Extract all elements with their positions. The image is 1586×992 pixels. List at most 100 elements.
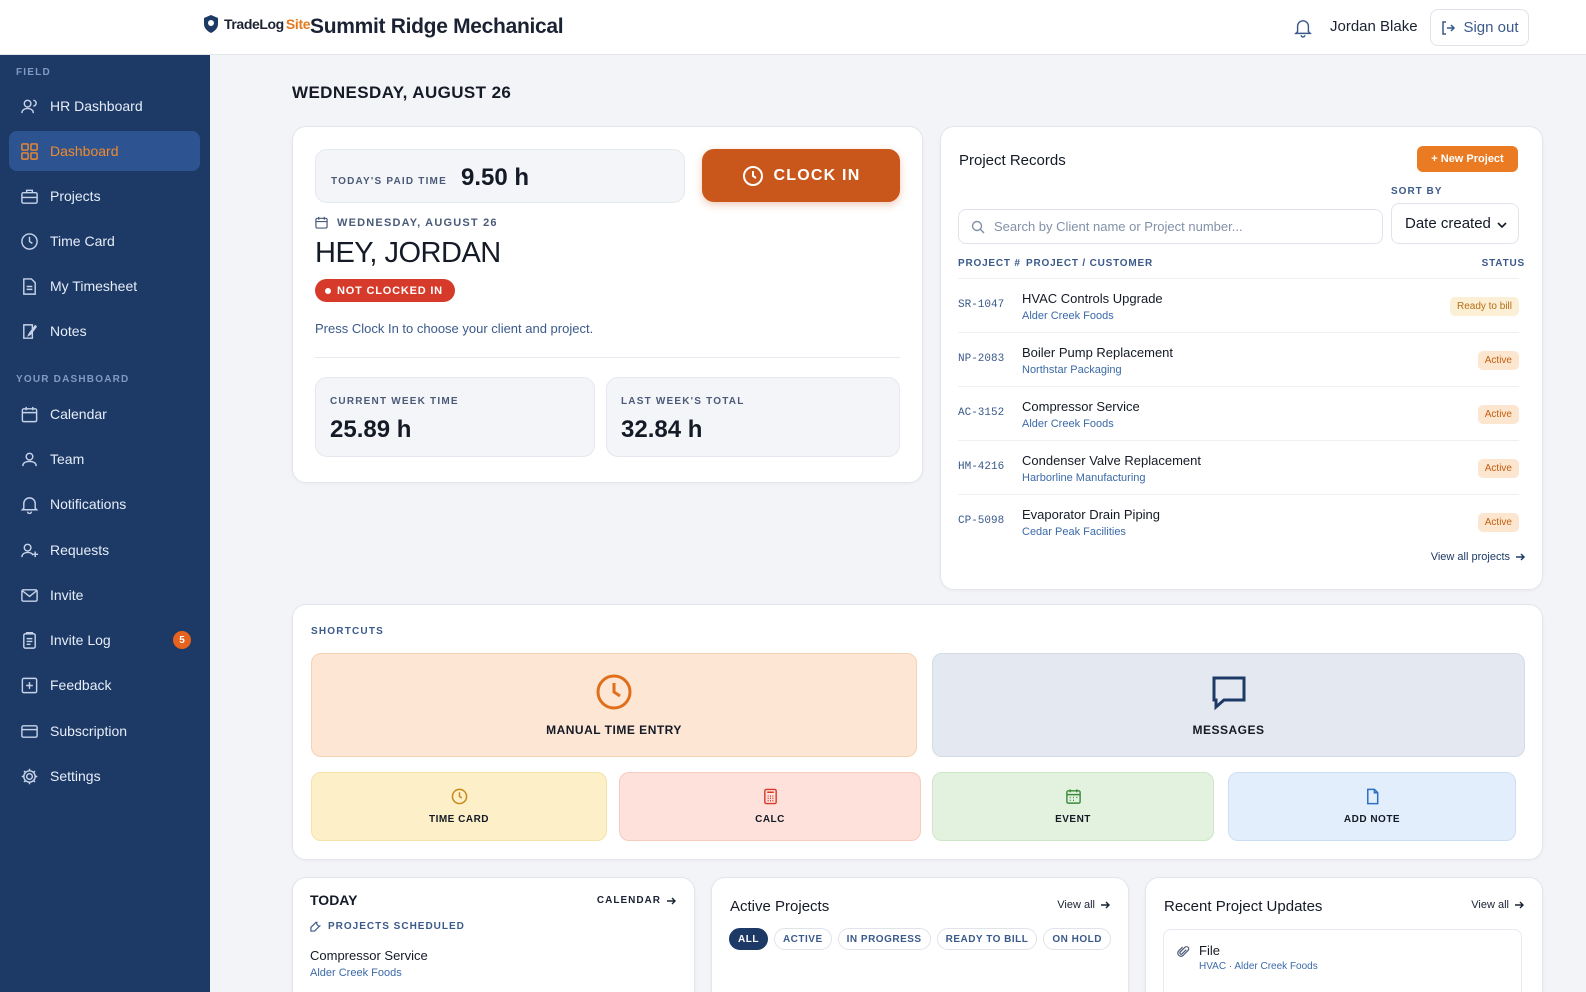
- sidebar-item-label: Projects: [50, 188, 101, 204]
- clock-status-badge: NOT CLOCKED IN: [315, 279, 455, 302]
- last-week-value: 32.84 h: [621, 416, 703, 443]
- table-row[interactable]: AC-3152 Compressor Service Alder Creek F…: [958, 386, 1519, 439]
- table-row[interactable]: SR-1047 HVAC Controls Upgrade Alder Cree…: [958, 278, 1519, 331]
- active-projects-view-all[interactable]: View all: [1057, 899, 1110, 911]
- table-row[interactable]: NP-2083 Boiler Pump Replacement Northsta…: [958, 332, 1519, 385]
- event-label: EVENT: [1055, 814, 1091, 825]
- clock-in-label: CLOCK IN: [773, 166, 861, 184]
- project-number: NP-2083: [958, 353, 1005, 365]
- sidebar-item-label: Feedback: [50, 677, 112, 693]
- calc-label: CALC: [755, 814, 785, 825]
- view-all-label: View all: [1057, 899, 1095, 911]
- brand-logo[interactable]: TradeLog Site: [204, 15, 311, 33]
- filter-on-hold[interactable]: ON HOLD: [1043, 928, 1112, 950]
- sidebar-item-requests[interactable]: Requests: [9, 530, 200, 570]
- calc-shortcut[interactable]: CALC: [619, 772, 921, 841]
- user-name[interactable]: Jordan Blake: [1330, 18, 1418, 35]
- gear-icon: [19, 766, 39, 786]
- update-title: File: [1199, 943, 1220, 958]
- manual-time-entry-shortcut[interactable]: MANUAL TIME ENTRY: [311, 653, 917, 757]
- sidebar-item-team[interactable]: Team: [9, 439, 200, 479]
- sidebar-item-notifications[interactable]: Notifications: [9, 484, 200, 524]
- sidebar-item-my-timesheet[interactable]: My Timesheet: [9, 266, 200, 306]
- filter-all[interactable]: ALL: [729, 928, 768, 950]
- sidebar-item-label: Time Card: [50, 233, 115, 249]
- status-badge: Active: [1477, 405, 1519, 424]
- current-week-value: 25.89 h: [330, 416, 412, 443]
- project-name: Compressor Service: [1022, 399, 1140, 414]
- project-number: SR-1047: [958, 299, 1005, 311]
- sidebar-item-notes[interactable]: Notes: [9, 311, 200, 351]
- table-row[interactable]: CP-5098 Evaporator Drain Piping Cedar Pe…: [958, 494, 1519, 547]
- clock-in-button[interactable]: CLOCK IN: [702, 149, 900, 202]
- add-note-shortcut[interactable]: ADD NOTE: [1228, 772, 1516, 841]
- sidebar-item-label: Calendar: [50, 406, 107, 422]
- sidebar-item-label: Dashboard: [50, 143, 119, 159]
- calendar-icon: [315, 216, 328, 229]
- sidebar-item-hr-dashboard[interactable]: HR Dashboard: [9, 86, 200, 126]
- sort-by-select[interactable]: Date created: [1391, 203, 1519, 244]
- column-header-project-number: PROJECT #: [958, 258, 1021, 269]
- sidebar-item-projects[interactable]: Projects: [9, 176, 200, 216]
- calendar-link-label: CALENDAR: [596, 895, 661, 906]
- scheduled-project-name[interactable]: Compressor Service: [310, 948, 428, 963]
- project-name: HVAC Controls Upgrade: [1022, 291, 1163, 306]
- sidebar-item-dashboard[interactable]: Dashboard: [9, 131, 200, 171]
- project-search-input[interactable]: Search by Client name or Project number.…: [958, 209, 1383, 244]
- sidebar-item-label: Requests: [50, 542, 110, 558]
- sign-out-label: Sign out: [1463, 19, 1519, 36]
- time-card-label: TIME CARD: [428, 814, 490, 825]
- sidebar-item-settings[interactable]: Settings: [9, 756, 200, 796]
- team-icon: [19, 449, 39, 469]
- greeting: HEY, JORDAN: [315, 237, 501, 269]
- clock-icon: [596, 674, 632, 710]
- filter-in-progress[interactable]: IN PROGRESS: [837, 928, 931, 950]
- event-shortcut[interactable]: EVENT: [932, 772, 1214, 841]
- sidebar-item-feedback[interactable]: Feedback: [9, 665, 200, 705]
- messages-shortcut[interactable]: MESSAGES: [932, 653, 1525, 757]
- sign-out-button[interactable]: Sign out: [1430, 9, 1529, 46]
- sidebar-section-your-dashboard: YOUR DASHBOARD: [16, 374, 130, 385]
- update-item[interactable]: File HVAC · Alder Creek Foods: [1163, 929, 1522, 992]
- clock-hint: Press Clock In to choose your client and…: [315, 321, 594, 336]
- shortcuts-label: SHORTCUTS: [311, 626, 385, 637]
- arrow-right-icon: [667, 897, 676, 904]
- projects-scheduled-text: PROJECTS SCHEDULED: [328, 921, 465, 932]
- sidebar-item-label: Team: [50, 451, 85, 467]
- paid-time-box: TODAY'S PAID TIME 9.50 h: [315, 149, 685, 203]
- clock-icon: [451, 788, 467, 805]
- sidebar-item-calendar[interactable]: Calendar: [9, 394, 200, 434]
- arrow-right-icon: [1101, 901, 1110, 909]
- filter-ready-to-bill[interactable]: READY TO BILL: [936, 928, 1038, 950]
- recent-updates-view-all[interactable]: View all: [1471, 899, 1524, 911]
- company-name: Summit Ridge Mechanical: [310, 15, 564, 38]
- sidebar-item-invite[interactable]: Invite: [9, 575, 200, 615]
- sign-out-icon: [1442, 20, 1456, 35]
- sidebar-item-label: Notes: [50, 323, 87, 339]
- new-project-button[interactable]: + New Project: [1417, 146, 1518, 172]
- divider: [315, 357, 900, 358]
- messages-label: MESSAGES: [1192, 723, 1265, 737]
- brand-suffix: Site: [285, 16, 311, 32]
- bell-icon[interactable]: [1294, 18, 1312, 38]
- sidebar-item-label: HR Dashboard: [50, 98, 143, 114]
- paperclip-icon: [1177, 946, 1190, 957]
- sidebar-item-time-card[interactable]: Time Card: [9, 221, 200, 261]
- view-all-projects-link[interactable]: View all projects: [1431, 551, 1525, 563]
- active-projects-card: Active Projects View all ALL ACTIVE IN P…: [711, 877, 1129, 992]
- sidebar-item-invite-log[interactable]: Invite Log 5: [9, 620, 200, 660]
- project-customer: Alder Creek Foods: [1022, 418, 1114, 430]
- today-card: TODAY CALENDAR PROJECTS SCHEDULED Compre…: [292, 877, 695, 992]
- sort-by-label: SORT BY: [1391, 186, 1443, 197]
- filter-active[interactable]: ACTIVE: [773, 928, 832, 950]
- sidebar-item-subscription[interactable]: Subscription: [9, 711, 200, 751]
- table-row[interactable]: HM-4216 Condenser Valve Replacement Harb…: [958, 440, 1519, 493]
- sidebar-item-label: Settings: [50, 768, 101, 784]
- status-dot: [325, 287, 331, 294]
- time-card-shortcut[interactable]: TIME CARD: [311, 772, 607, 841]
- calendar-link[interactable]: CALENDAR: [597, 895, 676, 906]
- recent-updates-title: Recent Project Updates: [1164, 898, 1323, 915]
- project-number: CP-5098: [958, 515, 1005, 527]
- notes-icon: [19, 321, 39, 341]
- project-number: HM-4216: [958, 461, 1005, 473]
